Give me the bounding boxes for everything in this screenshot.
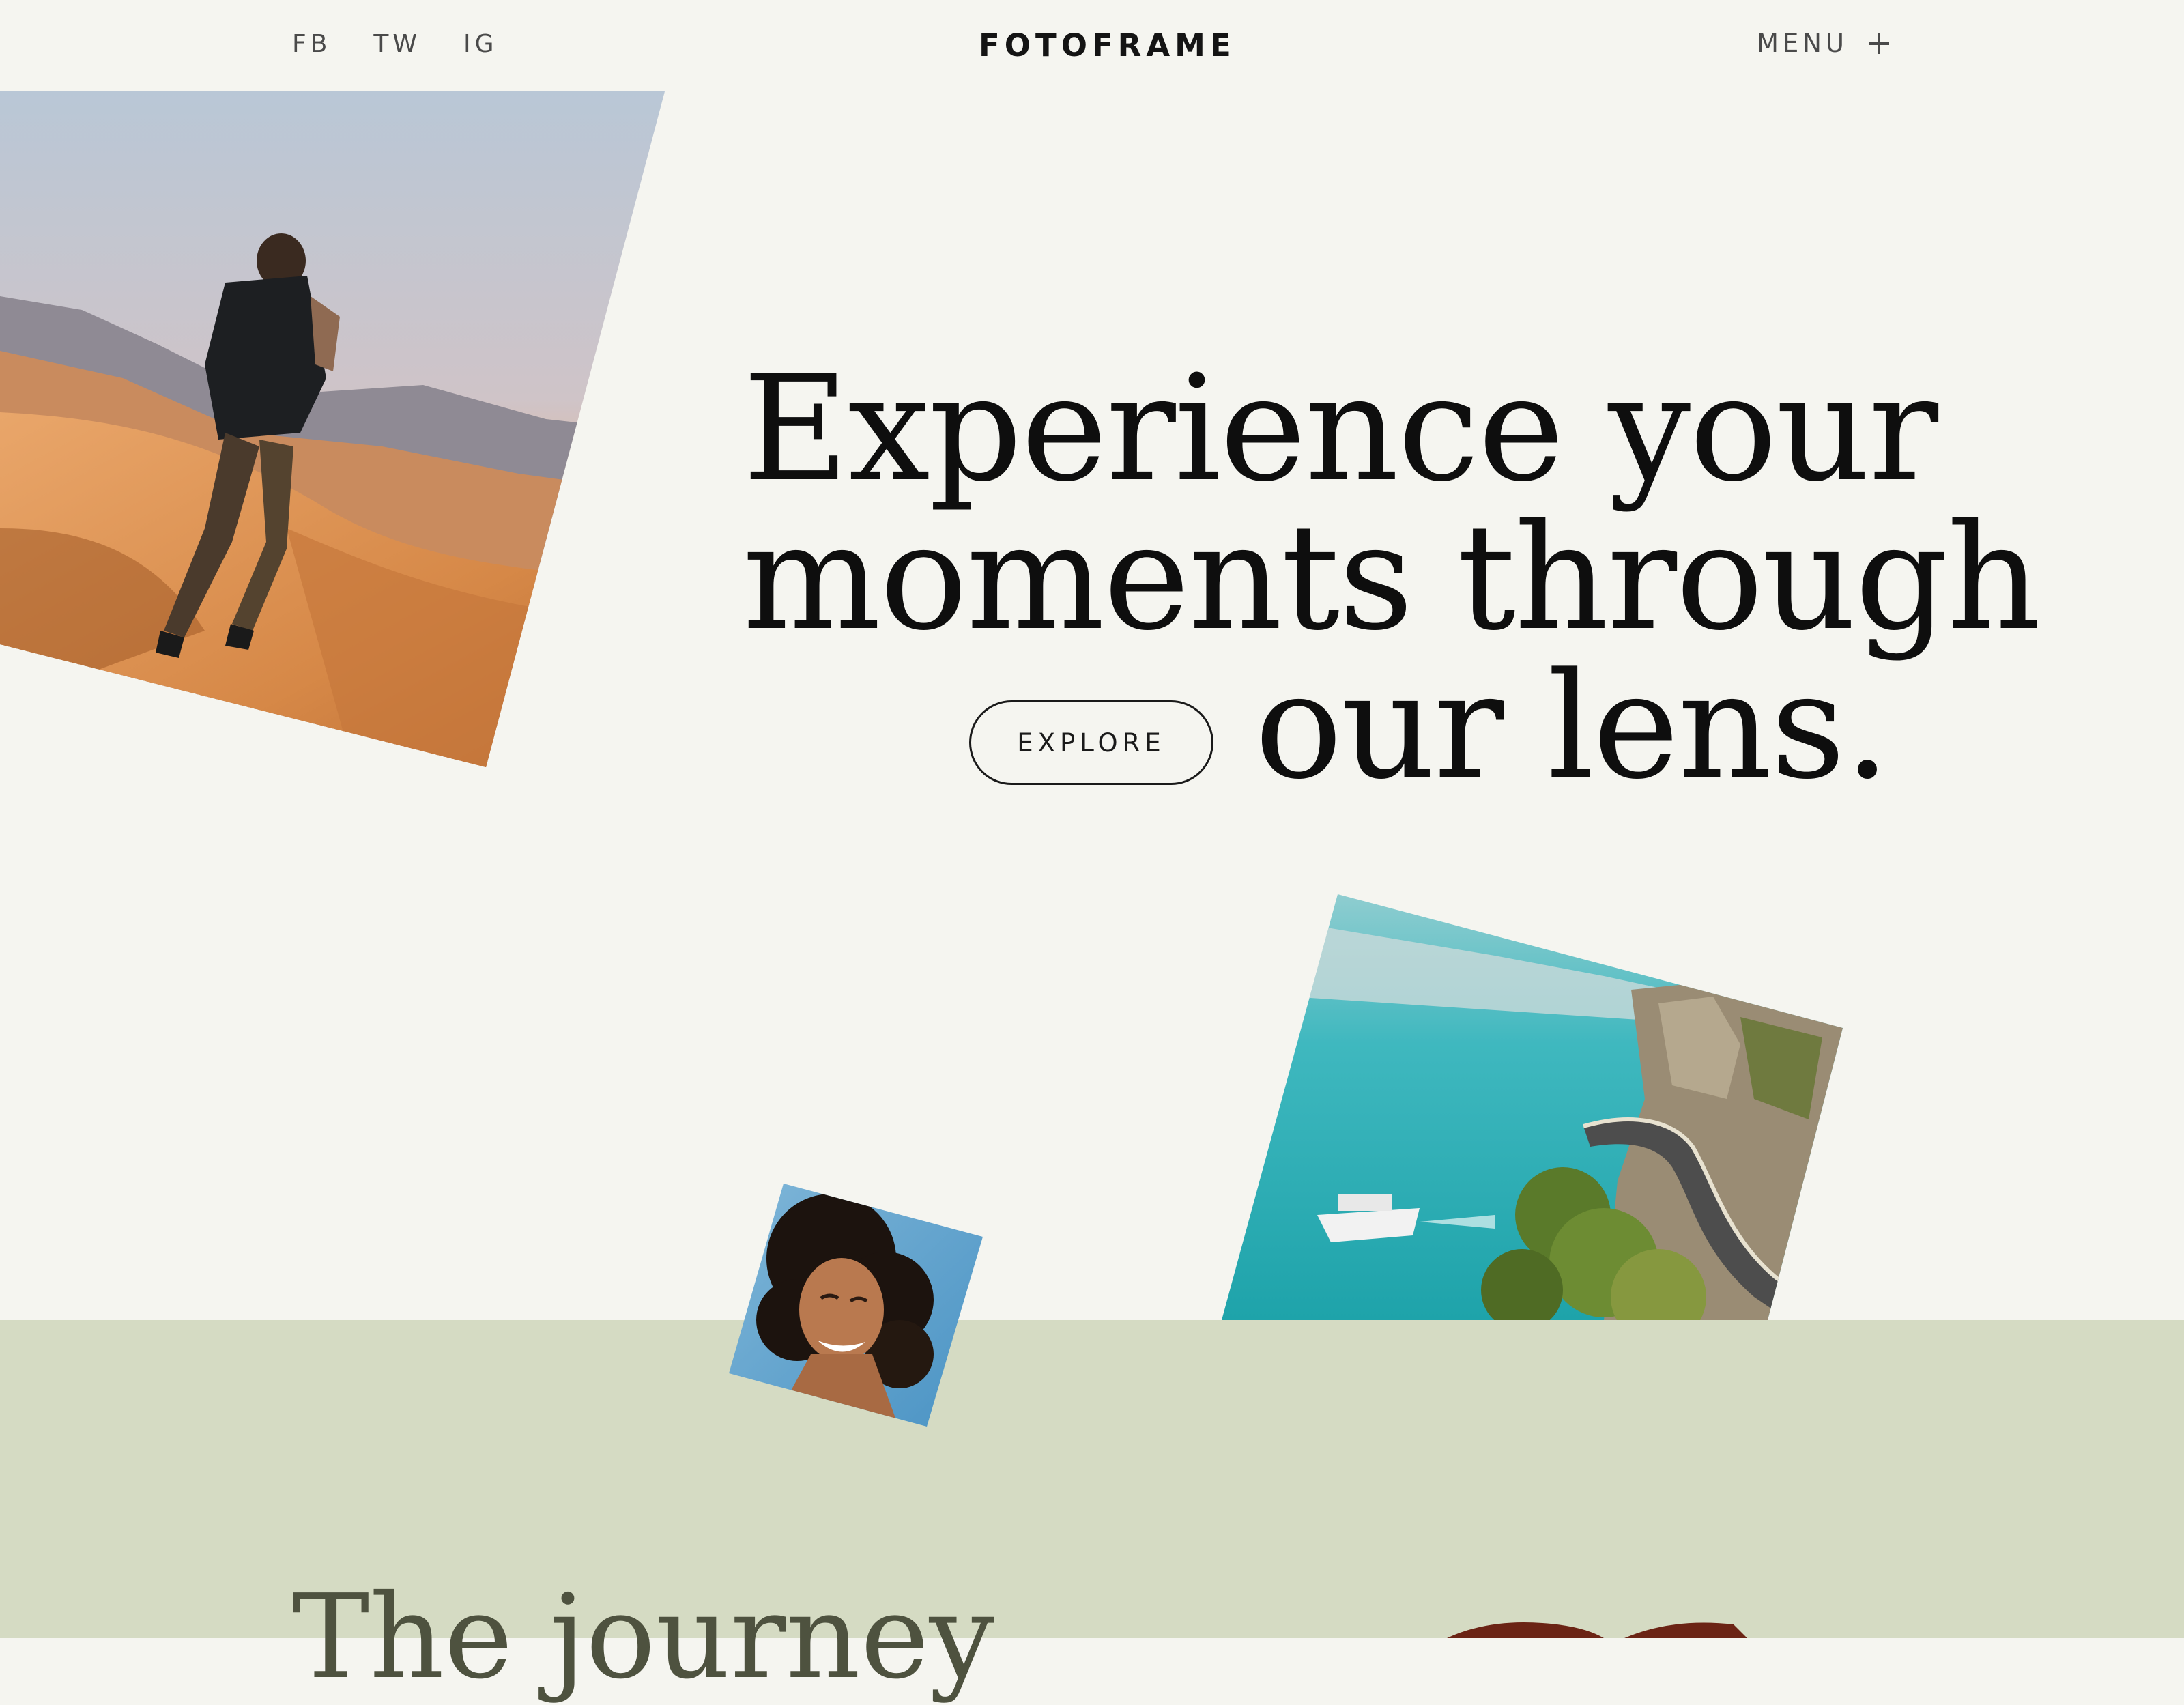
instagram-link[interactable]: IG	[463, 30, 498, 58]
coastal-road-image	[1222, 894, 1843, 1320]
social-links: FB TW IG	[292, 30, 498, 58]
menu-label: MENU	[1756, 29, 1848, 58]
photo-smiling-woman	[729, 1184, 983, 1429]
explore-button[interactable]: EXPLORE	[969, 700, 1213, 785]
menu-button[interactable]: MENU	[1757, 29, 1889, 58]
headline-line-2: moments through	[743, 493, 2041, 663]
twitter-link[interactable]: TW	[373, 30, 421, 58]
photo-photographer-desert	[0, 91, 669, 774]
decorative-heading-fragment	[1447, 1615, 1747, 1638]
photographer-desert-image	[0, 91, 665, 767]
facebook-link[interactable]: FB	[292, 30, 331, 58]
brand-logo[interactable]: FOTOFRAME	[979, 27, 1236, 63]
photo-coastal-road	[1222, 894, 1850, 1320]
decorative-stroke-shape	[1447, 1622, 1747, 1638]
plus-icon	[1869, 33, 1889, 54]
headline-line-3: our lens.	[1254, 642, 1891, 812]
headline-line-1: Experience your	[743, 344, 1938, 514]
hero-headline: Experience your moments through our lens…	[743, 344, 2041, 812]
smiling-woman-image	[729, 1184, 983, 1427]
section-title: The journey	[292, 1570, 995, 1705]
top-navigation-bar: FB TW IG FOTOFRAME MENU	[0, 0, 2184, 96]
